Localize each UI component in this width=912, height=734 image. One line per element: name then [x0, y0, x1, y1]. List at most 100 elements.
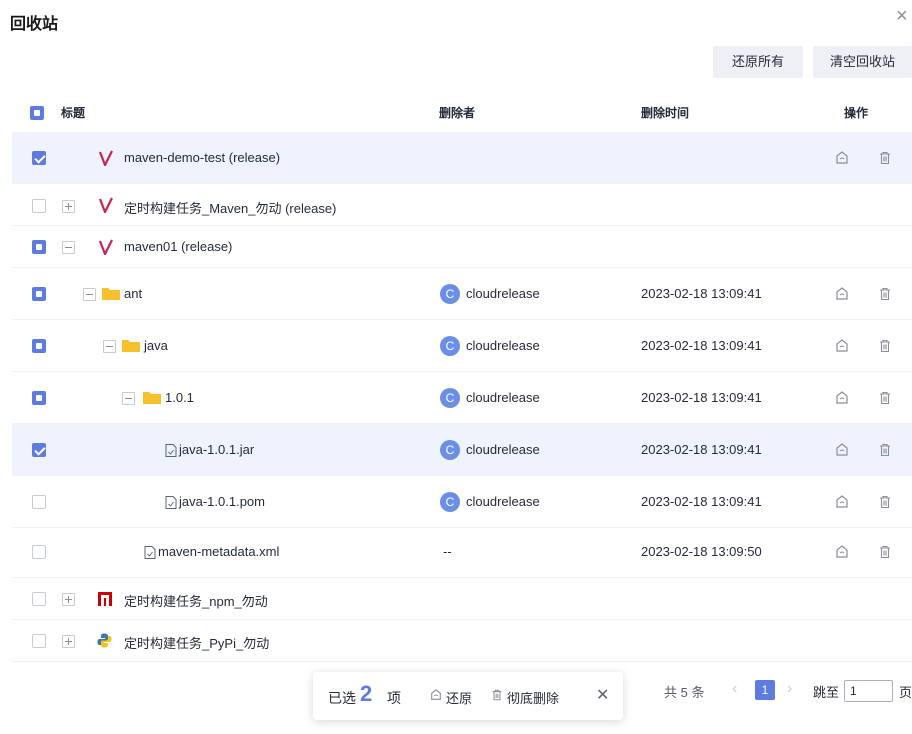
table-row[interactable]: maven01 (release): [12, 226, 912, 268]
avatar: C: [440, 492, 460, 512]
collapse-toggle[interactable]: [122, 392, 135, 405]
expand-toggle[interactable]: [62, 635, 75, 648]
row-name: java-1.0.1.jar: [179, 442, 255, 457]
next-page-button[interactable]: ›: [787, 680, 792, 698]
restore-icon[interactable]: [835, 391, 849, 405]
row-name: java-1.0.1.pom: [179, 494, 265, 509]
restore-icon[interactable]: [835, 151, 849, 165]
row-time: 2023-02-18 13:09:50: [641, 544, 762, 559]
dialog-title: 回收站: [10, 16, 59, 33]
delete-icon[interactable]: [878, 391, 892, 405]
row-time: 2023-02-18 13:09:41: [641, 442, 762, 457]
delete-icon[interactable]: [878, 339, 892, 353]
close-icon[interactable]: ×: [896, 6, 908, 26]
collapse-toggle[interactable]: [103, 340, 116, 353]
npm-icon: [98, 592, 112, 606]
restore-icon[interactable]: [835, 545, 849, 559]
table-row[interactable]: java C cloudrelease 2023-02-18 13:09:41: [12, 320, 912, 372]
row-checkbox[interactable]: [32, 443, 46, 457]
row-deleter: cloudrelease: [466, 338, 540, 353]
table-row[interactable]: 定时构建任务_npm_勿动: [12, 578, 912, 620]
row-deleter: cloudrelease: [466, 494, 540, 509]
file-icon: [165, 496, 177, 509]
select-all-checkbox[interactable]: [30, 106, 44, 120]
table-row[interactable]: 1.0.1 C cloudrelease 2023-02-18 13:09:41: [12, 372, 912, 424]
maven-icon: [99, 197, 113, 213]
avatar: C: [440, 388, 460, 408]
restore-icon[interactable]: [835, 443, 849, 457]
row-name: 定时构建任务_PyPi_勿动: [124, 636, 270, 651]
column-deleted-time: 删除时间: [641, 106, 690, 120]
table-row[interactable]: 定时构建任务_Maven_勿动 (release): [12, 184, 912, 226]
table-row[interactable]: java-1.0.1.pom C cloudrelease 2023-02-18…: [12, 476, 912, 528]
row-name: ant: [124, 286, 143, 301]
row-name: 定时构建任务_Maven_勿动 (release): [124, 201, 337, 216]
maven-icon: [99, 150, 113, 166]
table-row[interactable]: ant C cloudrelease 2023-02-18 13:09:41: [12, 268, 912, 320]
page-button[interactable]: 1: [755, 680, 775, 700]
delete-icon[interactable]: [878, 495, 892, 509]
column-deleter: 删除者: [439, 106, 476, 120]
column-actions: 操作: [844, 106, 869, 120]
maven-icon: [99, 239, 113, 255]
table-row[interactable]: maven-demo-test (release): [12, 132, 912, 184]
prev-page-button[interactable]: ‹: [732, 680, 737, 698]
expand-toggle[interactable]: [62, 593, 75, 606]
restore-icon[interactable]: [835, 339, 849, 353]
delete-icon[interactable]: [878, 545, 892, 559]
row-checkbox[interactable]: [32, 592, 46, 606]
file-icon: [144, 546, 156, 559]
row-checkbox[interactable]: [32, 151, 46, 165]
row-time: 2023-02-18 13:09:41: [641, 338, 762, 353]
row-deleter: cloudrelease: [466, 390, 540, 405]
row-deleter: cloudrelease: [466, 286, 540, 301]
restore-all-button[interactable]: 还原所有: [713, 46, 803, 78]
row-time: 2023-02-18 13:09:41: [641, 286, 762, 301]
expand-toggle[interactable]: [62, 200, 75, 213]
row-name: maven-demo-test (release): [124, 150, 281, 165]
row-name: java: [144, 338, 168, 353]
row-checkbox[interactable]: [32, 287, 46, 301]
row-checkbox[interactable]: [32, 495, 46, 509]
restore-icon[interactable]: [835, 495, 849, 509]
delete-icon[interactable]: [878, 151, 892, 165]
python-icon: [97, 633, 112, 648]
row-name: maven01 (release): [124, 239, 233, 254]
delete-icon[interactable]: [878, 443, 892, 457]
collapse-toggle[interactable]: [83, 288, 96, 301]
folder-icon: [143, 392, 161, 404]
empty-bin-button[interactable]: 清空回收站: [813, 46, 912, 78]
folder-icon: [102, 288, 120, 300]
row-name: 1.0.1: [165, 390, 194, 405]
table-row[interactable]: java-1.0.1.jar C cloudrelease 2023-02-18…: [12, 424, 912, 476]
avatar: C: [440, 284, 460, 304]
row-checkbox[interactable]: [32, 391, 46, 405]
row-checkbox[interactable]: [32, 199, 46, 213]
row-deleter: --: [443, 544, 452, 559]
row-name: 定时构建任务_npm_勿动: [124, 594, 268, 609]
collapse-toggle[interactable]: [62, 241, 75, 254]
row-time: 2023-02-18 13:09:41: [641, 494, 762, 509]
folder-icon: [122, 340, 140, 352]
table-header: 标题 删除者 删除时间 操作: [0, 100, 912, 128]
goto-page-input[interactable]: 1: [844, 680, 893, 702]
column-title: 标题: [61, 106, 86, 120]
avatar: C: [440, 440, 460, 460]
row-checkbox[interactable]: [32, 634, 46, 648]
file-icon: [165, 444, 177, 457]
row-checkbox[interactable]: [32, 240, 46, 254]
pagination: 共 5 条 ‹ 1 › 跳至 1 页: [0, 680, 912, 708]
row-checkbox[interactable]: [32, 545, 46, 559]
restore-icon[interactable]: [835, 287, 849, 301]
row-time: 2023-02-18 13:09:41: [641, 390, 762, 405]
row-checkbox[interactable]: [32, 339, 46, 353]
table-row[interactable]: maven-metadata.xml -- 2023-02-18 13:09:5…: [12, 528, 912, 578]
delete-icon[interactable]: [878, 287, 892, 301]
row-name: maven-metadata.xml: [158, 544, 280, 559]
goto-label: 跳至: [813, 685, 840, 700]
table-row[interactable]: 定时构建任务_PyPi_勿动: [12, 620, 912, 662]
page-unit: 页: [899, 685, 912, 700]
row-deleter: cloudrelease: [466, 442, 540, 457]
total-count: 共 5 条: [664, 685, 705, 700]
avatar: C: [440, 336, 460, 356]
